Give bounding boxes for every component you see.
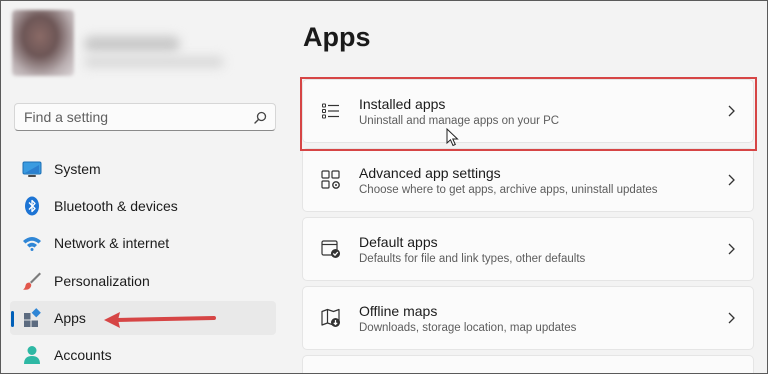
list-icon [321, 101, 341, 121]
search-box[interactable] [14, 103, 276, 131]
offline-maps-card[interactable]: Offline maps Downloads, storage location… [302, 286, 754, 350]
user-profile[interactable] [12, 6, 282, 84]
monitor-icon [22, 159, 42, 179]
avatar [12, 10, 74, 76]
search-input[interactable] [24, 109, 253, 125]
sidebar-item-bluetooth-devices[interactable]: Bluetooth & devices [10, 189, 276, 223]
settings-card-list: Installed apps Uninstall and manage apps… [302, 79, 754, 374]
card-title: Default apps [359, 233, 438, 250]
map-icon [321, 308, 341, 328]
default-apps-card[interactable]: Default apps Defaults for file and link … [302, 217, 754, 281]
default-apps-icon [321, 239, 341, 259]
chevron-right-icon [723, 172, 739, 188]
sidebar-item-label: Bluetooth & devices [54, 198, 178, 215]
chevron-right-icon [723, 241, 739, 257]
sidebar-item-network-internet[interactable]: Network & internet [10, 226, 276, 260]
sidebar-item-label: Network & internet [54, 235, 170, 252]
sidebar-item-personalization[interactable]: Personalization [10, 264, 276, 298]
sidebar-item-accounts[interactable]: Accounts [10, 338, 276, 372]
sidebar-item-label: System [54, 161, 101, 177]
wifi-icon [22, 233, 42, 253]
card-subtitle: Downloads, storage location, map updates [359, 321, 577, 334]
selected-indicator [11, 310, 14, 327]
blurred-user-name [84, 36, 180, 52]
advanced-app-settings-card[interactable]: Advanced app settings Choose where to ge… [302, 148, 754, 212]
blurred-user-email [84, 56, 224, 68]
card-subtitle: Uninstall and manage apps on your PC [359, 114, 560, 127]
card-title: Advanced app settings [359, 164, 501, 181]
chevron-right-icon [723, 310, 739, 326]
bluetooth-icon [22, 196, 42, 216]
person-icon [22, 345, 42, 365]
sidebar-nav: System Bluetooth & devices Network & int… [10, 152, 276, 374]
app-settings-icon [321, 170, 341, 190]
card-subtitle: Defaults for file and link types, other … [359, 252, 586, 265]
card-subtitle: Choose where to get apps, archive apps, … [359, 183, 658, 196]
page-title: Apps [303, 22, 371, 52]
sidebar-item-label: Personalization [54, 272, 150, 289]
brush-icon [22, 271, 42, 291]
sidebar-item-apps[interactable]: Apps [10, 300, 276, 335]
sidebar-item-label: Accounts [54, 346, 112, 363]
sidebar-item-label: Apps [54, 309, 86, 326]
card-title: Offline maps [359, 302, 438, 319]
apps-icon [22, 307, 42, 328]
card-title: Installed apps [359, 95, 446, 112]
sidebar-item-system[interactable]: System [10, 152, 276, 186]
search-icon[interactable] [253, 110, 267, 124]
installed-apps-card[interactable]: Installed apps Uninstall and manage apps… [302, 79, 754, 143]
next-settings-card[interactable] [302, 355, 754, 374]
chevron-right-icon [723, 103, 739, 119]
